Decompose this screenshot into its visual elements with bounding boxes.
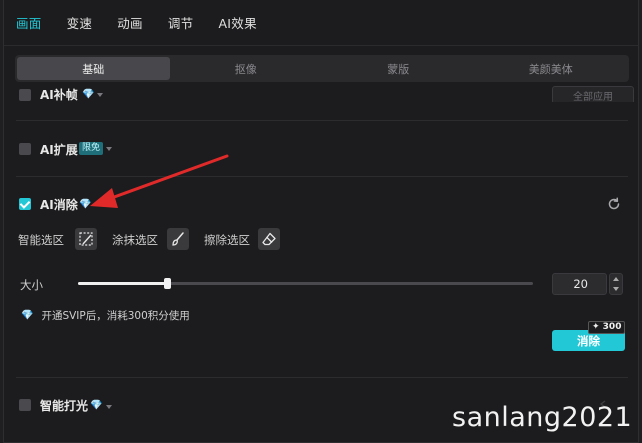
size-stepper[interactable] [609,273,623,295]
diamond-icon: 💎 [21,310,34,321]
size-slider-fill [78,282,168,285]
subtab-beauty[interactable]: 美颜美体 [475,57,628,80]
smart-light-checkbox[interactable] [19,399,31,411]
divider [16,377,628,378]
tab-ai-effects[interactable]: AI效果 [218,13,256,32]
divider [16,120,628,121]
watermark: sanlang2021 [452,402,633,433]
section-ai-frame-clip: AI补帧 💎 全部应用 [4,84,638,102]
subtab-cutout[interactable]: 抠像 [170,57,323,80]
subtab-basic[interactable]: 基础 [17,57,170,80]
smart-select-icon [79,232,93,246]
size-slider-thumb[interactable] [164,278,172,289]
sub-tab-bar: 基础 抠像 蒙版 美颜美体 [15,55,629,82]
ai-erase-label: AI消除 [40,198,78,212]
brush-select-button[interactable] [167,228,189,250]
chevron-down-icon[interactable] [97,93,103,97]
ai-expand-checkbox[interactable] [19,143,31,155]
reset-icon[interactable] [606,196,622,212]
eraser-icon [262,232,276,246]
svip-info: 💎 开通SVIP后，消耗300积分使用 [21,308,190,323]
adjustment-panel: 画面 变速 动画 调节 AI效果 基础 抠像 蒙版 美颜美体 AI补帧 💎 全部… [3,0,639,443]
size-input[interactable]: 20 [552,273,607,295]
smart-select-label: 智能选区 [18,233,64,247]
chevron-down-icon[interactable] [106,405,112,409]
eraser-select-label: 擦除选区 [204,233,250,247]
tab-speed[interactable]: 变速 [67,13,93,32]
svip-info-text: 开通SVIP后，消耗300积分使用 [41,310,190,322]
eraser-select-button[interactable] [258,228,280,250]
apply-all-button[interactable]: 全部应用 [552,86,634,102]
subtab-mask[interactable]: 蒙版 [322,57,475,80]
ai-frame-checkbox[interactable] [19,89,31,101]
red-arrow-annotation [90,154,229,208]
chevron-down-icon[interactable] [613,287,619,291]
ai-erase-checkbox[interactable] [19,198,31,210]
size-label: 大小 [20,278,43,292]
brush-select-label: 涂抹选区 [112,233,158,247]
size-slider[interactable] [78,278,533,289]
tab-animation[interactable]: 动画 [117,13,143,32]
tab-picture[interactable]: 画面 [16,13,42,32]
diamond-icon: 💎 [82,89,95,100]
top-tab-bar: 画面 变速 动画 调节 AI效果 [4,0,638,46]
tab-adjust[interactable]: 调节 [168,13,194,32]
smart-select-button[interactable] [75,228,97,250]
smart-light-label: 智能打光 [40,399,89,413]
chevron-up-icon[interactable] [613,277,619,281]
ai-frame-label: AI补帧 [40,88,78,102]
points-cost-tag: ✦ 300 [588,321,626,334]
brush-icon [172,232,184,246]
ai-expand-label: AI扩展 [40,143,78,157]
diamond-icon: 💎 [90,400,103,411]
